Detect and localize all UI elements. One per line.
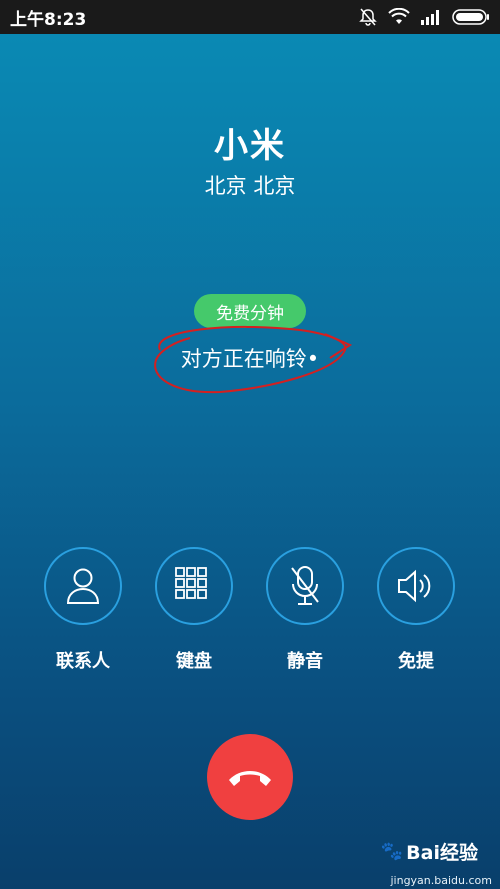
baidu-paw-icon: 🐾 [380, 841, 404, 862]
bell-off-icon [358, 7, 378, 27]
caller-location: 北京 北京 [204, 174, 296, 198]
watermark-domain: jingyan.baidu.com [390, 874, 492, 887]
speaker-button[interactable]: 免提 [374, 547, 458, 673]
contacts-button[interactable]: 联系人 [41, 547, 125, 673]
call-actions: 联系人 键盘 静音 免提 [0, 547, 500, 677]
status-bar: 上午8:23 [0, 0, 500, 34]
keypad-icon [175, 567, 207, 599]
contacts-label: 联系人 [56, 651, 110, 672]
free-minutes-badge: 免费分钟 [194, 294, 306, 328]
speaker-ring [377, 547, 455, 625]
mute-button[interactable]: 静音 [263, 547, 347, 673]
caller-name: 小米 [214, 126, 286, 166]
keypad-ring [155, 547, 233, 625]
mic-off-icon [291, 566, 319, 605]
signal-icon [420, 9, 442, 25]
mute-ring [266, 547, 344, 625]
contacts-ring [44, 547, 122, 625]
keypad-label: 键盘 [176, 651, 212, 672]
status-icons [358, 7, 490, 27]
wifi-icon [388, 8, 410, 26]
hang-up-icon [229, 771, 271, 786]
free-minutes-label: 免费分钟 [216, 303, 284, 324]
speaker-label: 免提 [398, 651, 434, 672]
hang-up-button[interactable] [207, 734, 293, 820]
contact-icon [66, 568, 100, 604]
speaker-icon [398, 569, 431, 603]
call-status: 对方正在响铃• [180, 347, 320, 371]
status-time: 上午8:23 [10, 9, 87, 30]
keypad-button[interactable]: 键盘 [152, 547, 236, 673]
baidu-watermark: 🐾 Bai经验 [381, 838, 478, 865]
battery-icon [452, 8, 490, 26]
mute-label: 静音 [287, 651, 323, 672]
watermark-logo-text: Bai经验 [406, 842, 478, 864]
